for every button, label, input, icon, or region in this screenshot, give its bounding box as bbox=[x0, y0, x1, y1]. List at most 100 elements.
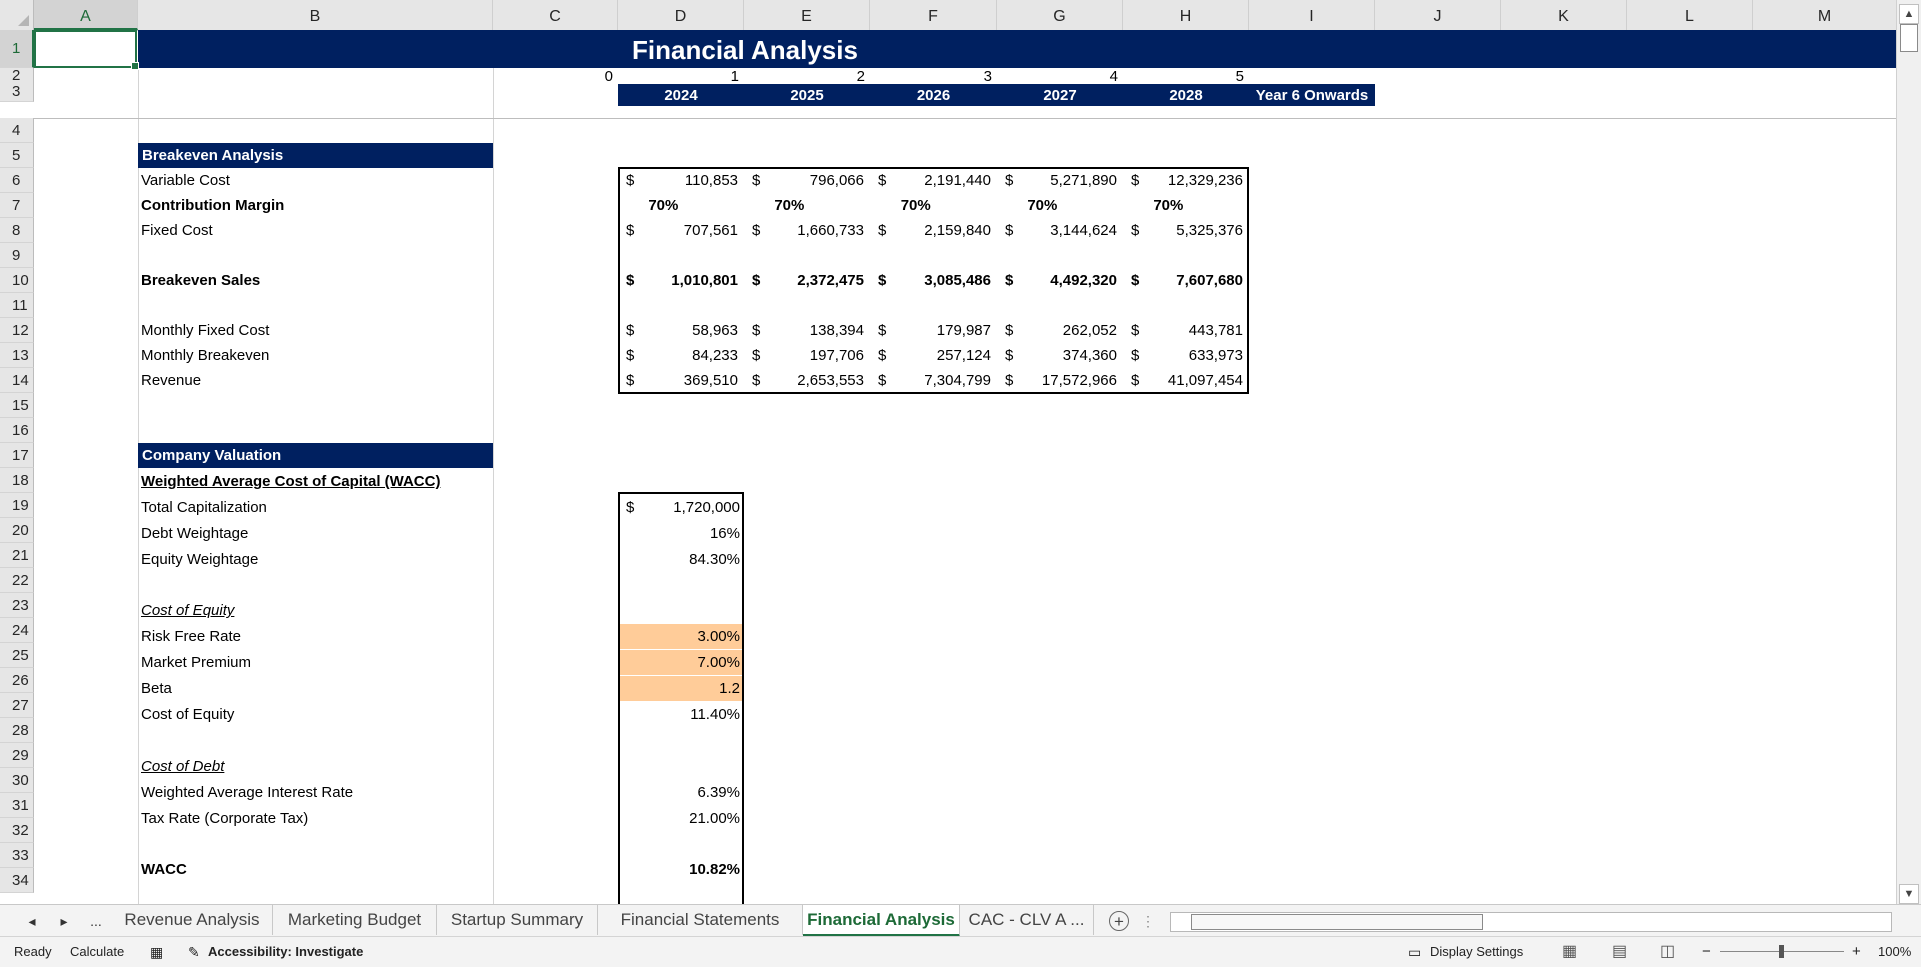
row-header-30[interactable]: 30 bbox=[0, 768, 34, 793]
row-label-revenue[interactable]: Revenue bbox=[138, 368, 493, 393]
column-header-k[interactable]: K bbox=[1501, 0, 1627, 30]
year-header-cell[interactable]: 2024 bbox=[618, 84, 744, 106]
macro-record-icon[interactable]: ▦ bbox=[150, 937, 163, 967]
row-header-6[interactable]: 6 bbox=[0, 168, 34, 193]
zoom-out-button[interactable]: − bbox=[1702, 937, 1711, 967]
page-layout-icon[interactable]: ▤ bbox=[1612, 937, 1627, 967]
tab-scroll-prev-icon[interactable]: ◂ bbox=[18, 905, 46, 937]
row-header-32[interactable]: 32 bbox=[0, 818, 34, 843]
row-header-20[interactable]: 20 bbox=[0, 518, 34, 543]
row-label-market-premium[interactable]: Market Premium bbox=[138, 650, 493, 675]
row-label-debt-weight[interactable]: Debt Weightage bbox=[138, 521, 493, 546]
row-label-cost-of-equity[interactable]: Cost of Equity bbox=[138, 702, 493, 727]
sheet-tab-revenue-analysis[interactable]: Revenue Analysis bbox=[112, 905, 273, 935]
row-label-tax-rate[interactable]: Tax Rate (Corporate Tax) bbox=[138, 806, 493, 831]
period-number-cell[interactable]: 2 bbox=[744, 68, 870, 85]
column-header-m[interactable]: M bbox=[1753, 0, 1897, 30]
row-header-15[interactable]: 15 bbox=[0, 393, 34, 418]
row-header-23[interactable]: 23 bbox=[0, 593, 34, 618]
row-label-breakeven-sales[interactable]: Breakeven Sales bbox=[138, 268, 493, 293]
row-header-28[interactable]: 28 bbox=[0, 718, 34, 743]
accessibility-icon[interactable]: ✎ bbox=[188, 937, 200, 967]
row-header-11[interactable]: 11 bbox=[0, 293, 34, 318]
sheet-tab-financial-statements[interactable]: Financial Statements bbox=[598, 905, 803, 935]
row-header-5[interactable]: 5 bbox=[0, 143, 34, 168]
row-label-interest-rate[interactable]: Weighted Average Interest Rate bbox=[138, 780, 493, 805]
column-header-b[interactable]: B bbox=[138, 0, 493, 30]
page-break-preview-icon[interactable]: ◫ bbox=[1660, 937, 1675, 967]
cost-of-debt-subheader[interactable]: Cost of Debt bbox=[138, 754, 493, 779]
period-number-cell[interactable]: 4 bbox=[997, 68, 1123, 85]
row-header-24[interactable]: 24 bbox=[0, 618, 34, 643]
column-header-e[interactable]: E bbox=[744, 0, 870, 30]
normal-view-icon[interactable]: ▦ bbox=[1562, 937, 1577, 967]
tab-more-button[interactable]: ... bbox=[82, 905, 110, 937]
row-header-7[interactable]: 7 bbox=[0, 193, 34, 218]
row-header-8[interactable]: 8 bbox=[0, 218, 34, 243]
column-header-f[interactable]: F bbox=[870, 0, 997, 30]
row-header-16[interactable]: 16 bbox=[0, 418, 34, 443]
column-header-d[interactable]: D bbox=[618, 0, 744, 30]
zoom-level[interactable]: 100% bbox=[1878, 937, 1911, 967]
row-label-variable-cost[interactable]: Variable Cost bbox=[138, 168, 493, 193]
row-header-33[interactable]: 33 bbox=[0, 843, 34, 868]
row-header-4[interactable]: 4 bbox=[0, 118, 34, 143]
scroll-down-icon[interactable]: ▼ bbox=[1899, 884, 1919, 904]
column-header-h[interactable]: H bbox=[1123, 0, 1249, 30]
add-sheet-icon[interactable]: + bbox=[1109, 911, 1129, 931]
column-header-a[interactable]: A bbox=[34, 0, 138, 30]
row-header-21[interactable]: 21 bbox=[0, 543, 34, 568]
period-number-cell[interactable]: 3 bbox=[870, 68, 997, 85]
row-header-22[interactable]: 22 bbox=[0, 568, 34, 593]
wacc-subheader[interactable]: Weighted Average Cost of Capital (WACC) bbox=[138, 469, 493, 494]
sheet-tab-marketing-budget[interactable]: Marketing Budget bbox=[273, 905, 437, 935]
display-settings-icon[interactable]: ▭ bbox=[1408, 937, 1421, 967]
column-header-g[interactable]: G bbox=[997, 0, 1123, 30]
row-label-total-cap[interactable]: Total Capitalization bbox=[138, 495, 493, 520]
row-header-34[interactable]: 34 bbox=[0, 868, 34, 893]
period-number-cell[interactable]: 1 bbox=[618, 68, 744, 85]
horizontal-scrollbar[interactable] bbox=[1170, 912, 1892, 932]
column-header-i[interactable]: I bbox=[1249, 0, 1375, 30]
scroll-up-icon[interactable]: ▲ bbox=[1899, 4, 1919, 24]
row-label-beta[interactable]: Beta bbox=[138, 676, 493, 701]
vertical-scroll-thumb[interactable] bbox=[1900, 24, 1918, 52]
row-label-monthly-fixed-cost[interactable]: Monthly Fixed Cost bbox=[138, 318, 493, 343]
year-header-cell[interactable]: Year 6 Onwards bbox=[1249, 84, 1375, 106]
column-header-j[interactable]: J bbox=[1375, 0, 1501, 30]
row-label-risk-free[interactable]: Risk Free Rate bbox=[138, 624, 493, 649]
display-settings-button[interactable]: Display Settings bbox=[1430, 937, 1523, 967]
row-header-26[interactable]: 26 bbox=[0, 668, 34, 693]
row-header-3[interactable]: 3 bbox=[0, 82, 34, 102]
horizontal-scroll-thumb[interactable] bbox=[1191, 914, 1483, 930]
valuation-section-header[interactable]: Company Valuation bbox=[138, 443, 493, 468]
year-header-cell[interactable]: 2025 bbox=[744, 84, 870, 106]
row-label-contribution-margin[interactable]: Contribution Margin bbox=[138, 193, 493, 218]
tab-scroll-next-icon[interactable]: ▸ bbox=[50, 905, 78, 937]
spreadsheet-grid[interactable]: ABCDEFGHIJKLM 1 2 3 4 5 6 7 8 9 10 11 12 13 14 15 16 17 1… bbox=[0, 0, 1921, 904]
row-label-equity-weight[interactable]: Equity Weightage bbox=[138, 547, 493, 572]
row-header-13[interactable]: 13 bbox=[0, 343, 34, 368]
row-header-27[interactable]: 27 bbox=[0, 693, 34, 718]
year-header-cell[interactable]: 2028 bbox=[1123, 84, 1249, 106]
row-label-monthly-breakeven[interactable]: Monthly Breakeven bbox=[138, 343, 493, 368]
cost-of-equity-subheader[interactable]: Cost of Equity bbox=[138, 598, 493, 623]
row-header-10[interactable]: 10 bbox=[0, 268, 34, 293]
row-header-12[interactable]: 12 bbox=[0, 318, 34, 343]
sheet-tab-cac-clv-a[interactable]: CAC - CLV A ... bbox=[960, 905, 1094, 935]
breakeven-section-header[interactable]: Breakeven Analysis bbox=[138, 143, 493, 168]
year-header-cell[interactable]: 2026 bbox=[870, 84, 997, 106]
tab-options-icon[interactable]: ⋮ bbox=[1138, 905, 1158, 937]
zoom-slider-thumb[interactable] bbox=[1779, 945, 1784, 958]
calculate-button[interactable]: Calculate bbox=[70, 937, 124, 967]
zoom-in-button[interactable]: + bbox=[1852, 937, 1861, 967]
period-number-cell[interactable]: 0 bbox=[493, 68, 618, 85]
column-header-l[interactable]: L bbox=[1627, 0, 1753, 30]
row-header-19[interactable]: 19 bbox=[0, 493, 34, 518]
accessibility-status[interactable]: Accessibility: Investigate bbox=[208, 937, 363, 967]
row-header-18[interactable]: 18 bbox=[0, 468, 34, 493]
row-label-fixed-cost[interactable]: Fixed Cost bbox=[138, 218, 493, 243]
row-header-29[interactable]: 29 bbox=[0, 743, 34, 768]
select-all-corner[interactable] bbox=[0, 0, 34, 30]
row-header-25[interactable]: 25 bbox=[0, 643, 34, 668]
